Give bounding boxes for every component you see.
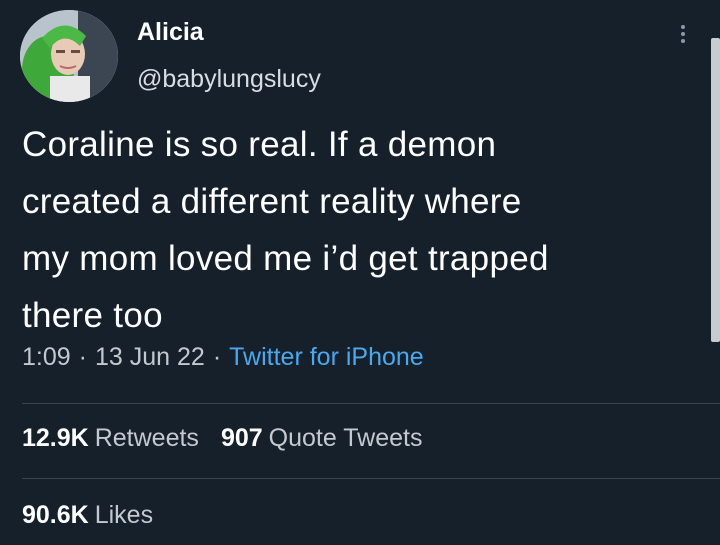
tweet-metadata: 1:09 · 13 Jun 22 · Twitter for iPhone [22,343,424,372]
tweet-card: Alicia @babylungslucy Coraline is so rea… [0,0,720,545]
more-dot [681,25,685,29]
divider [22,403,720,404]
likes-stats: 90.6K Likes [22,501,153,530]
quotes-label: Quote Tweets [268,424,423,452]
engagement-stats: 12.9K Retweets 907 Quote Tweets [22,424,422,453]
tweet-time[interactable]: 1:09 [22,343,71,371]
tweet-text: Coraline is so real. If a demon created … [22,125,549,335]
divider [22,478,720,479]
likes-link[interactable]: 90.6K Likes [22,501,153,529]
avatar[interactable] [20,10,118,102]
retweets-count: 12.9K [22,424,89,452]
tweet-date[interactable]: 13 Jun 22 [95,343,205,371]
avatar-image [20,10,118,102]
meta-separator: · [212,343,222,371]
likes-count: 90.6K [22,501,89,529]
quotes-count: 907 [220,424,263,452]
likes-label: Likes [94,501,154,529]
scrollbar[interactable] [711,38,720,342]
display-name[interactable]: Alicia [137,18,204,47]
quote-tweets-link[interactable]: 907 Quote Tweets [221,424,423,452]
retweets-link[interactable]: 12.9K Retweets [22,424,199,452]
more-dot [681,32,685,36]
tweet-source-link[interactable]: Twitter for iPhone [229,343,424,371]
retweets-label: Retweets [94,424,199,452]
more-dot [681,39,685,43]
meta-separator: · [78,343,87,371]
more-vertical-icon[interactable] [672,22,694,52]
user-handle[interactable]: @babylungslucy [137,65,321,94]
